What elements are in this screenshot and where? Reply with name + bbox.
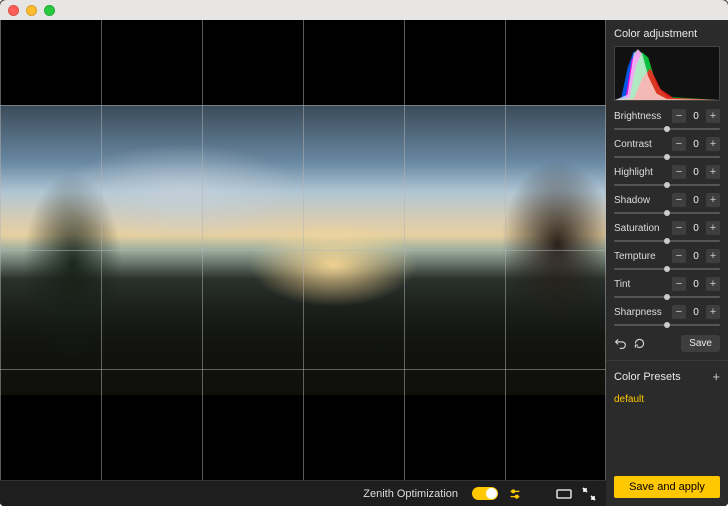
stepper: −0 +: [672, 109, 720, 123]
slider-value: 0: [690, 223, 702, 234]
slider-value: 0: [690, 139, 702, 150]
app-window: Zenith Optimization: [0, 0, 728, 506]
slider-label: Shadow: [614, 195, 650, 206]
slider-value: 0: [690, 167, 702, 178]
decrease-button[interactable]: −: [672, 277, 686, 291]
stepper: −0 +: [672, 305, 720, 319]
slider-contrast: Contrast −0 +: [606, 135, 728, 161]
presets-header-row: Color Presets +: [606, 361, 728, 390]
slider-label: Saturation: [614, 223, 660, 234]
increase-button[interactable]: +: [706, 193, 720, 207]
slider-knob[interactable]: [664, 182, 670, 188]
slider-label: Brightness: [614, 111, 661, 122]
slider-knob[interactable]: [664, 294, 670, 300]
slider-label: Contrast: [614, 139, 652, 150]
slider-knob[interactable]: [664, 210, 670, 216]
increase-button[interactable]: +: [706, 165, 720, 179]
stepper: −0 +: [672, 249, 720, 263]
canvas-viewport[interactable]: [0, 20, 606, 480]
add-preset-icon[interactable]: +: [712, 369, 720, 384]
increase-button[interactable]: +: [706, 305, 720, 319]
toggle-knob: [486, 488, 497, 499]
decrease-button[interactable]: −: [672, 305, 686, 319]
increase-button[interactable]: +: [706, 277, 720, 291]
panel-header: Color adjustment: [606, 20, 728, 46]
slider-label: Highlight: [614, 167, 653, 178]
slider-track[interactable]: [614, 209, 720, 217]
slider-track[interactable]: [614, 181, 720, 189]
decrease-button[interactable]: −: [672, 137, 686, 151]
decrease-button[interactable]: −: [672, 165, 686, 179]
stepper: −0 +: [672, 193, 720, 207]
slider-track[interactable]: [614, 237, 720, 245]
zoom-window-button[interactable]: [44, 5, 55, 16]
increase-button[interactable]: +: [706, 221, 720, 235]
stepper: −0 +: [672, 277, 720, 291]
slider-saturation: Saturation −0 +: [606, 219, 728, 245]
save-button[interactable]: Save: [681, 335, 720, 352]
slider-track[interactable]: [614, 293, 720, 301]
panorama-image: [0, 105, 606, 395]
actions-row: Save: [606, 331, 728, 360]
slider-knob[interactable]: [664, 126, 670, 132]
decrease-button[interactable]: −: [672, 109, 686, 123]
slider-value: 0: [690, 251, 702, 262]
presets-header: Color Presets: [614, 371, 681, 383]
slider-tempture: Tempture −0 +: [606, 247, 728, 273]
slider-value: 0: [690, 195, 702, 206]
slider-label: Tint: [614, 279, 630, 290]
save-and-apply-button[interactable]: Save and apply: [614, 476, 720, 498]
histogram: [614, 46, 720, 101]
stepper: −0 +: [672, 137, 720, 151]
zenith-opt-label: Zenith Optimization: [363, 488, 458, 500]
side-panel: Color adjustment Brightness−0+Contrast−0…: [606, 20, 728, 506]
increase-button[interactable]: +: [706, 137, 720, 151]
decrease-button[interactable]: −: [672, 221, 686, 235]
slider-sharpness: Sharpness−0 +: [606, 303, 728, 329]
fullscreen-icon[interactable]: [582, 487, 596, 501]
slider-knob[interactable]: [664, 238, 670, 244]
stepper: −0 +: [672, 165, 720, 179]
slider-label: Tempture: [614, 251, 656, 262]
increase-button[interactable]: +: [706, 109, 720, 123]
slider-tint: Tint −0 +: [606, 275, 728, 301]
close-window-button[interactable]: [8, 5, 19, 16]
slider-knob[interactable]: [664, 154, 670, 160]
slider-knob[interactable]: [664, 322, 670, 328]
adjust-icon[interactable]: [508, 487, 522, 501]
slider-value: 0: [690, 307, 702, 318]
slider-label: Sharpness: [614, 307, 662, 318]
slider-highlight: Highlight −0 +: [606, 163, 728, 189]
slider-brightness: Brightness−0 +: [606, 107, 728, 133]
stepper: −0 +: [672, 221, 720, 235]
footer-toolbar: Zenith Optimization: [0, 480, 606, 506]
slider-track[interactable]: [614, 153, 720, 161]
slider-track[interactable]: [614, 321, 720, 329]
preset-default[interactable]: default: [606, 390, 728, 413]
undo-icon[interactable]: [614, 337, 627, 350]
titlebar: [0, 0, 728, 20]
content: Zenith Optimization: [0, 20, 728, 506]
decrease-button[interactable]: −: [672, 193, 686, 207]
decrease-button[interactable]: −: [672, 249, 686, 263]
slider-shadow: Shadow −0 +: [606, 191, 728, 217]
reset-icon[interactable]: [633, 337, 646, 350]
slider-value: 0: [690, 279, 702, 290]
slider-value: 0: [690, 111, 702, 122]
canvas-area: Zenith Optimization: [0, 20, 606, 506]
slider-knob[interactable]: [664, 266, 670, 272]
slider-track[interactable]: [614, 125, 720, 133]
zenith-opt-toggle[interactable]: [472, 487, 498, 500]
increase-button[interactable]: +: [706, 249, 720, 263]
minimize-window-button[interactable]: [26, 5, 37, 16]
view-mode-icon[interactable]: [556, 488, 572, 500]
slider-track[interactable]: [614, 265, 720, 273]
